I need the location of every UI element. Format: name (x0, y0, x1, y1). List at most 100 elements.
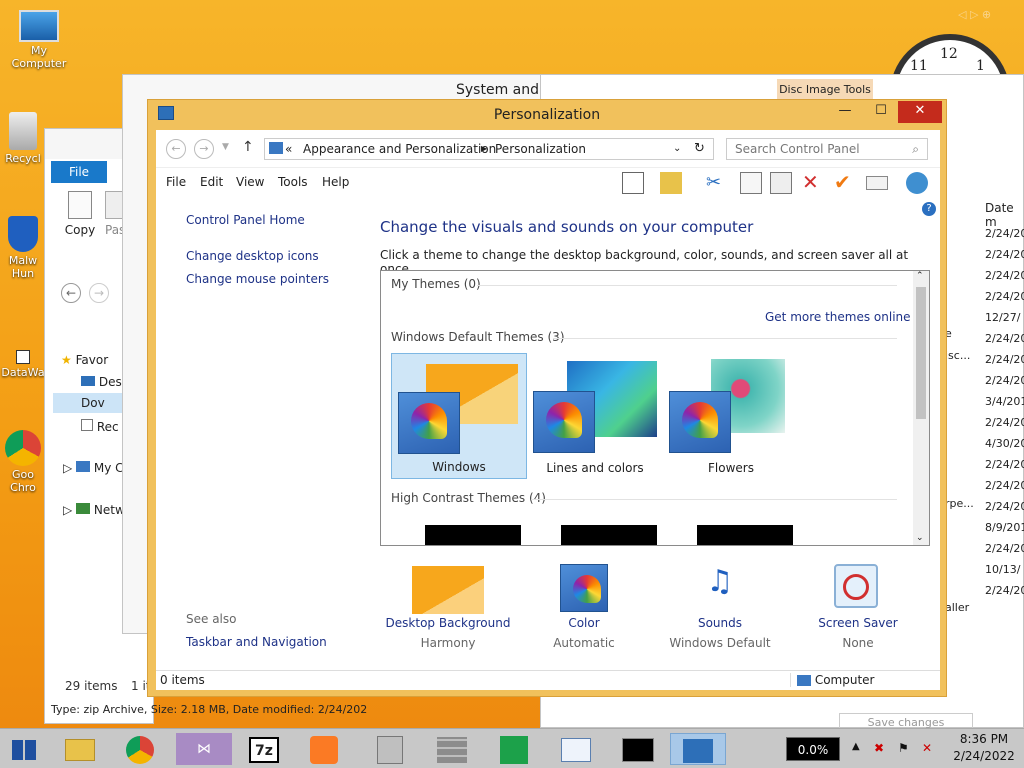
theme-flowers[interactable]: Flowers (663, 353, 799, 479)
personalization-window[interactable]: Personalization — ☐ ✕ ← → ▼ ↑ « Appearan… (147, 99, 947, 697)
layout-icon[interactable] (622, 172, 644, 194)
breadcrumb-personalization[interactable]: Personalization (495, 139, 586, 159)
copy-icon[interactable] (740, 172, 762, 194)
up-icon[interactable]: ↑ (242, 139, 254, 155)
start-icon[interactable] (0, 733, 48, 765)
back-icon[interactable]: ← (61, 283, 81, 303)
gadget-nav[interactable]: ◁ ▷ ⊕ (958, 8, 991, 21)
cut-icon[interactable]: ✂ (706, 172, 728, 194)
desktop-background-link[interactable]: Desktop Background (378, 616, 518, 630)
visual-studio-icon[interactable]: ⋈ (176, 733, 232, 765)
search-icon[interactable]: ⌕ (912, 139, 919, 159)
globe-icon[interactable] (906, 172, 928, 194)
taskbar-navigation-link[interactable]: Taskbar and Navigation (186, 635, 327, 649)
sounds-item[interactable]: ♫ Sounds Windows Default (650, 556, 790, 650)
change-mouse-pointers-link[interactable]: Change mouse pointers (186, 272, 329, 286)
desktop-icon-recycle[interactable]: Recycl (0, 112, 46, 165)
change-desktop-icons-link[interactable]: Change desktop icons (186, 249, 319, 263)
name-fragment: rpe... (945, 497, 974, 510)
menu-tools[interactable]: Tools (278, 175, 308, 189)
desktop-icon-my-computer[interactable]: My Computer (2, 10, 76, 70)
sounds-link[interactable]: Sounds (650, 616, 790, 630)
volume-muted-icon[interactable]: ✕ (922, 741, 932, 757)
help-icon[interactable]: ? (922, 202, 936, 216)
desktop-background-icon (412, 566, 484, 614)
firewall-icon[interactable] (424, 733, 480, 765)
breadcrumb-separator[interactable]: ▶ (481, 139, 487, 159)
control-panel-icon[interactable] (670, 733, 726, 765)
themes-list[interactable]: My Themes (0) Get more themes online Win… (380, 270, 930, 546)
menu-help[interactable]: Help (322, 175, 349, 189)
forward-icon[interactable]: → (89, 283, 109, 303)
back-icon[interactable]: ← (166, 139, 186, 159)
copy-button[interactable]: Copy (63, 191, 97, 237)
search-input[interactable]: Search Control Panel ⌕ (726, 138, 928, 160)
nav-item-favorites[interactable]: ★ Favor (61, 353, 108, 367)
nav-item-desktop[interactable]: Des (81, 375, 122, 389)
scroll-up-icon[interactable]: ⌃ (916, 271, 924, 281)
breadcrumb-appearance[interactable]: Appearance and Personalization (303, 139, 496, 159)
address-bar[interactable]: « Appearance and Personalization ▶ Perso… (264, 138, 714, 160)
control-panel-home-link[interactable]: Control Panel Home (186, 213, 305, 227)
disc-image-tools-tab[interactable]: Disc Image Tools (777, 79, 873, 101)
high-contrast-theme-3[interactable] (697, 525, 793, 545)
store-icon[interactable] (486, 733, 542, 765)
shortcut-icon (16, 350, 30, 364)
nav-label: My C (93, 461, 124, 475)
minimize-button[interactable]: — (830, 101, 860, 123)
theme-label: Lines and colors (546, 461, 644, 475)
theme-windows[interactable]: Windows (391, 353, 527, 479)
desktop-icon-malware[interactable]: Malw Hun (0, 216, 46, 280)
themes-scrollbar[interactable]: ⌃ ⌄ (913, 271, 929, 545)
status-location-label: Computer (814, 673, 875, 687)
delete-icon[interactable]: ✕ (802, 172, 824, 194)
theme-lines-and-colors[interactable]: Lines and colors (527, 353, 663, 479)
menu-edit[interactable]: Edit (200, 175, 223, 189)
show-hidden-icons-icon[interactable]: ▲ (852, 741, 860, 757)
color-link[interactable]: Color (514, 616, 654, 630)
cmd-icon[interactable] (610, 733, 666, 765)
archive-icon[interactable] (362, 733, 418, 765)
nav-item-network[interactable]: ▷ Netw (63, 503, 125, 517)
date-cell: 2/24/20 (985, 227, 1024, 240)
desktop-icon-chrome[interactable]: Goo Chro (0, 430, 46, 494)
desktop-icon-label: My Computer (11, 44, 67, 70)
forward-icon[interactable]: → (194, 139, 214, 159)
paste-icon[interactable] (770, 172, 792, 194)
menu-view[interactable]: View (236, 175, 264, 189)
explorer-file-tab[interactable]: File (51, 161, 107, 183)
chrome-icon[interactable] (112, 733, 168, 765)
desktop-background-item[interactable]: Desktop Background Harmony (378, 556, 518, 650)
screen-saver-item[interactable]: Screen Saver None (788, 556, 928, 650)
7zip-icon[interactable]: 7z (236, 733, 292, 765)
titlebar[interactable]: Personalization — ☐ ✕ (148, 100, 946, 130)
xampp-icon[interactable] (296, 733, 352, 765)
folder-options-icon[interactable] (660, 172, 682, 194)
scroll-down-icon[interactable]: ⌄ (916, 533, 924, 543)
network-error-icon[interactable]: ✖ (874, 741, 884, 757)
cpu-meter[interactable]: 0.0% (786, 737, 840, 761)
nav-item-recent[interactable]: Rec (81, 419, 119, 434)
properties-icon[interactable] (866, 176, 888, 190)
close-button[interactable]: ✕ (898, 101, 942, 123)
nav-label: Des (98, 375, 122, 389)
menu-file[interactable]: File (166, 175, 186, 189)
clock[interactable]: 8:36 PM 2/24/2022 (946, 731, 1022, 768)
date-cell: 2/24/20 (985, 416, 1024, 429)
high-contrast-theme-2[interactable] (561, 525, 657, 545)
file-explorer-icon[interactable] (52, 733, 108, 765)
color-item[interactable]: Color Automatic (514, 556, 654, 650)
desktop-icon-datawa[interactable]: DataWa (0, 350, 46, 379)
resource-monitor-icon[interactable] (548, 733, 604, 765)
chevron-down-icon[interactable]: ⌄ (673, 139, 681, 159)
action-center-icon[interactable]: ⚑ (898, 741, 909, 757)
nav-item-my-computer[interactable]: ▷ My C (63, 461, 124, 475)
scrollbar-thumb[interactable] (916, 287, 926, 419)
screen-saver-link[interactable]: Screen Saver (788, 616, 928, 630)
get-more-themes-link[interactable]: Get more themes online (765, 310, 911, 324)
recent-pages-icon[interactable]: ▼ (222, 142, 229, 152)
high-contrast-theme-1[interactable] (425, 525, 521, 545)
refresh-icon[interactable]: ↻ (694, 141, 705, 156)
checkmark-icon[interactable]: ✔ (834, 172, 856, 194)
maximize-button[interactable]: ☐ (866, 101, 896, 123)
